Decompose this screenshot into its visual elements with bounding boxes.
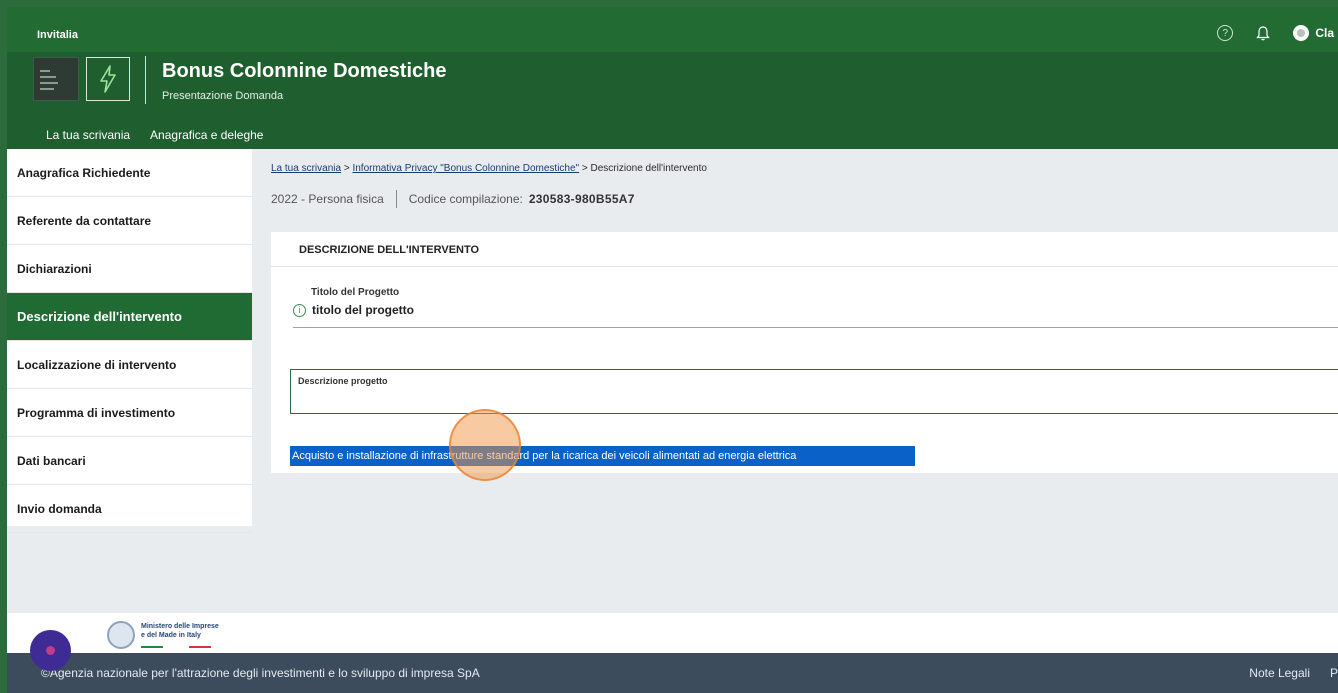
main-nav: La tua scrivania Anagrafica e deleghe (46, 128, 263, 142)
description-textarea[interactable]: Descrizione progetto (290, 369, 1338, 414)
sidebar-item-dichiarazioni[interactable]: Dichiarazioni (7, 245, 252, 293)
sidebar-item-label: Localizzazione di intervento (17, 357, 177, 372)
brand-label: Invitalia (37, 29, 78, 41)
title-field[interactable]: i titolo del progetto (293, 303, 414, 317)
sidebar-item-dati-bancari[interactable]: Dati bancari (7, 437, 252, 485)
title-field-underline (293, 327, 1338, 328)
sidebar-item-anagrafica-richiedente[interactable]: Anagrafica Richiedente (7, 149, 252, 197)
top-tools: ? Cla (1217, 25, 1338, 41)
app-title: Bonus Colonnine Domestiche (162, 60, 447, 82)
republic-emblem-icon (107, 621, 135, 649)
sidebar-item-programma-investimento[interactable]: Programma di investimento (7, 389, 252, 437)
meta-code-label: Codice compilazione: (408, 192, 523, 206)
ministry-name-line2: e del Made in Italy (141, 632, 201, 639)
program-logo (33, 57, 79, 101)
info-icon: i (293, 303, 306, 317)
app-subtitle: Presentazione Domanda (162, 90, 284, 102)
sidebar-item-label: Dati bancari (17, 453, 86, 468)
meta-type: Persona fisica (308, 192, 384, 206)
user-menu[interactable]: Cla (1293, 25, 1338, 41)
breadcrumb-separator: > (343, 163, 350, 174)
top-bar: Invitalia ? Cla (7, 7, 1338, 52)
user-name: Cla (1315, 26, 1334, 40)
description-field-label: Descrizione progetto (298, 376, 388, 386)
breadcrumb-link-scrivania[interactable]: La tua scrivania (271, 163, 341, 174)
app-window: Invitalia ? Cla Bonus Colonnine Domestic… (7, 7, 1338, 693)
ministry-name-line1: Ministero delle Imprese (141, 623, 219, 630)
section-header: DESCRIZIONE DELL'INTERVENTO (271, 232, 1338, 267)
sidebar-item-label: Invio domanda (17, 501, 102, 516)
question-circle-icon[interactable]: ? (1217, 25, 1234, 41)
sidebar-item-label: Referente da contattare (17, 213, 152, 228)
click-indicator (449, 409, 521, 481)
sidebar-item-descrizione-intervento[interactable]: Descrizione dell'intervento (7, 293, 252, 341)
sidebar-item-label: Descrizione dell'intervento (17, 309, 182, 324)
app-header: Bonus Colonnine Domestiche Presentazione… (7, 52, 1338, 149)
bell-icon[interactable] (1255, 25, 1271, 41)
sidebar-item-label: Dichiarazioni (17, 261, 92, 276)
title-field-value: titolo del progetto (312, 303, 414, 317)
footer-link-cutoff[interactable]: P (1330, 666, 1338, 680)
section-title: DESCRIZIONE DELL'INTERVENTO (299, 244, 480, 256)
copyright-text: ©Agenzia nazionale per l'attrazione degl… (41, 666, 480, 680)
meta-dash: - (301, 192, 306, 206)
breadcrumb-link-privacy[interactable]: Informativa Privacy "Bonus Colonnine Dom… (352, 163, 579, 174)
form-card: DESCRIZIONE DELL'INTERVENTO Titolo del P… (271, 232, 1338, 473)
nav-la-tua-scrivania[interactable]: La tua scrivania (46, 128, 130, 142)
sidebar-item-label: Anagrafica Richiedente (17, 165, 151, 180)
meta-divider (395, 190, 397, 208)
chat-assistant-button[interactable] (30, 630, 71, 671)
title-field-label: Titolo del Progetto (311, 287, 400, 298)
nav-anagrafica-deleghe[interactable]: Anagrafica e deleghe (150, 128, 263, 142)
sidebar: Anagrafica Richiedente Referente da cont… (7, 149, 252, 533)
legal-notes-link[interactable]: Note Legali (1249, 666, 1310, 680)
meta-year: 2022 (271, 192, 298, 206)
tricolor-bar (141, 646, 219, 648)
footer: Ministero delle Imprese e del Made in It… (7, 613, 1338, 653)
ministry-logo: Ministero delle Imprese e del Made in It… (107, 621, 219, 649)
breadcrumb-separator: > (581, 163, 588, 174)
sidebar-item-invio-domanda[interactable]: Invio domanda (7, 485, 252, 533)
sidebar-item-label: Programma di investimento (17, 405, 176, 420)
header-divider (145, 56, 146, 104)
application-meta: 2022 - Persona fisica Codice compilazion… (271, 190, 635, 208)
breadcrumb-current: Descrizione dell'intervento (590, 163, 707, 174)
description-suggestion-option[interactable]: Acquisto e installazione di infrastruttu… (290, 446, 915, 466)
bottom-bar: ©Agenzia nazionale per l'attrazione degl… (7, 653, 1338, 693)
breadcrumb: La tua scrivania > Informativa Privacy "… (271, 163, 707, 174)
meta-code-value: 230583-980B55A7 (528, 192, 635, 206)
sidebar-item-localizzazione[interactable]: Localizzazione di intervento (7, 341, 252, 389)
avatar-icon (1293, 25, 1310, 41)
bolt-icon (86, 57, 130, 101)
sidebar-item-referente[interactable]: Referente da contattare (7, 197, 252, 245)
